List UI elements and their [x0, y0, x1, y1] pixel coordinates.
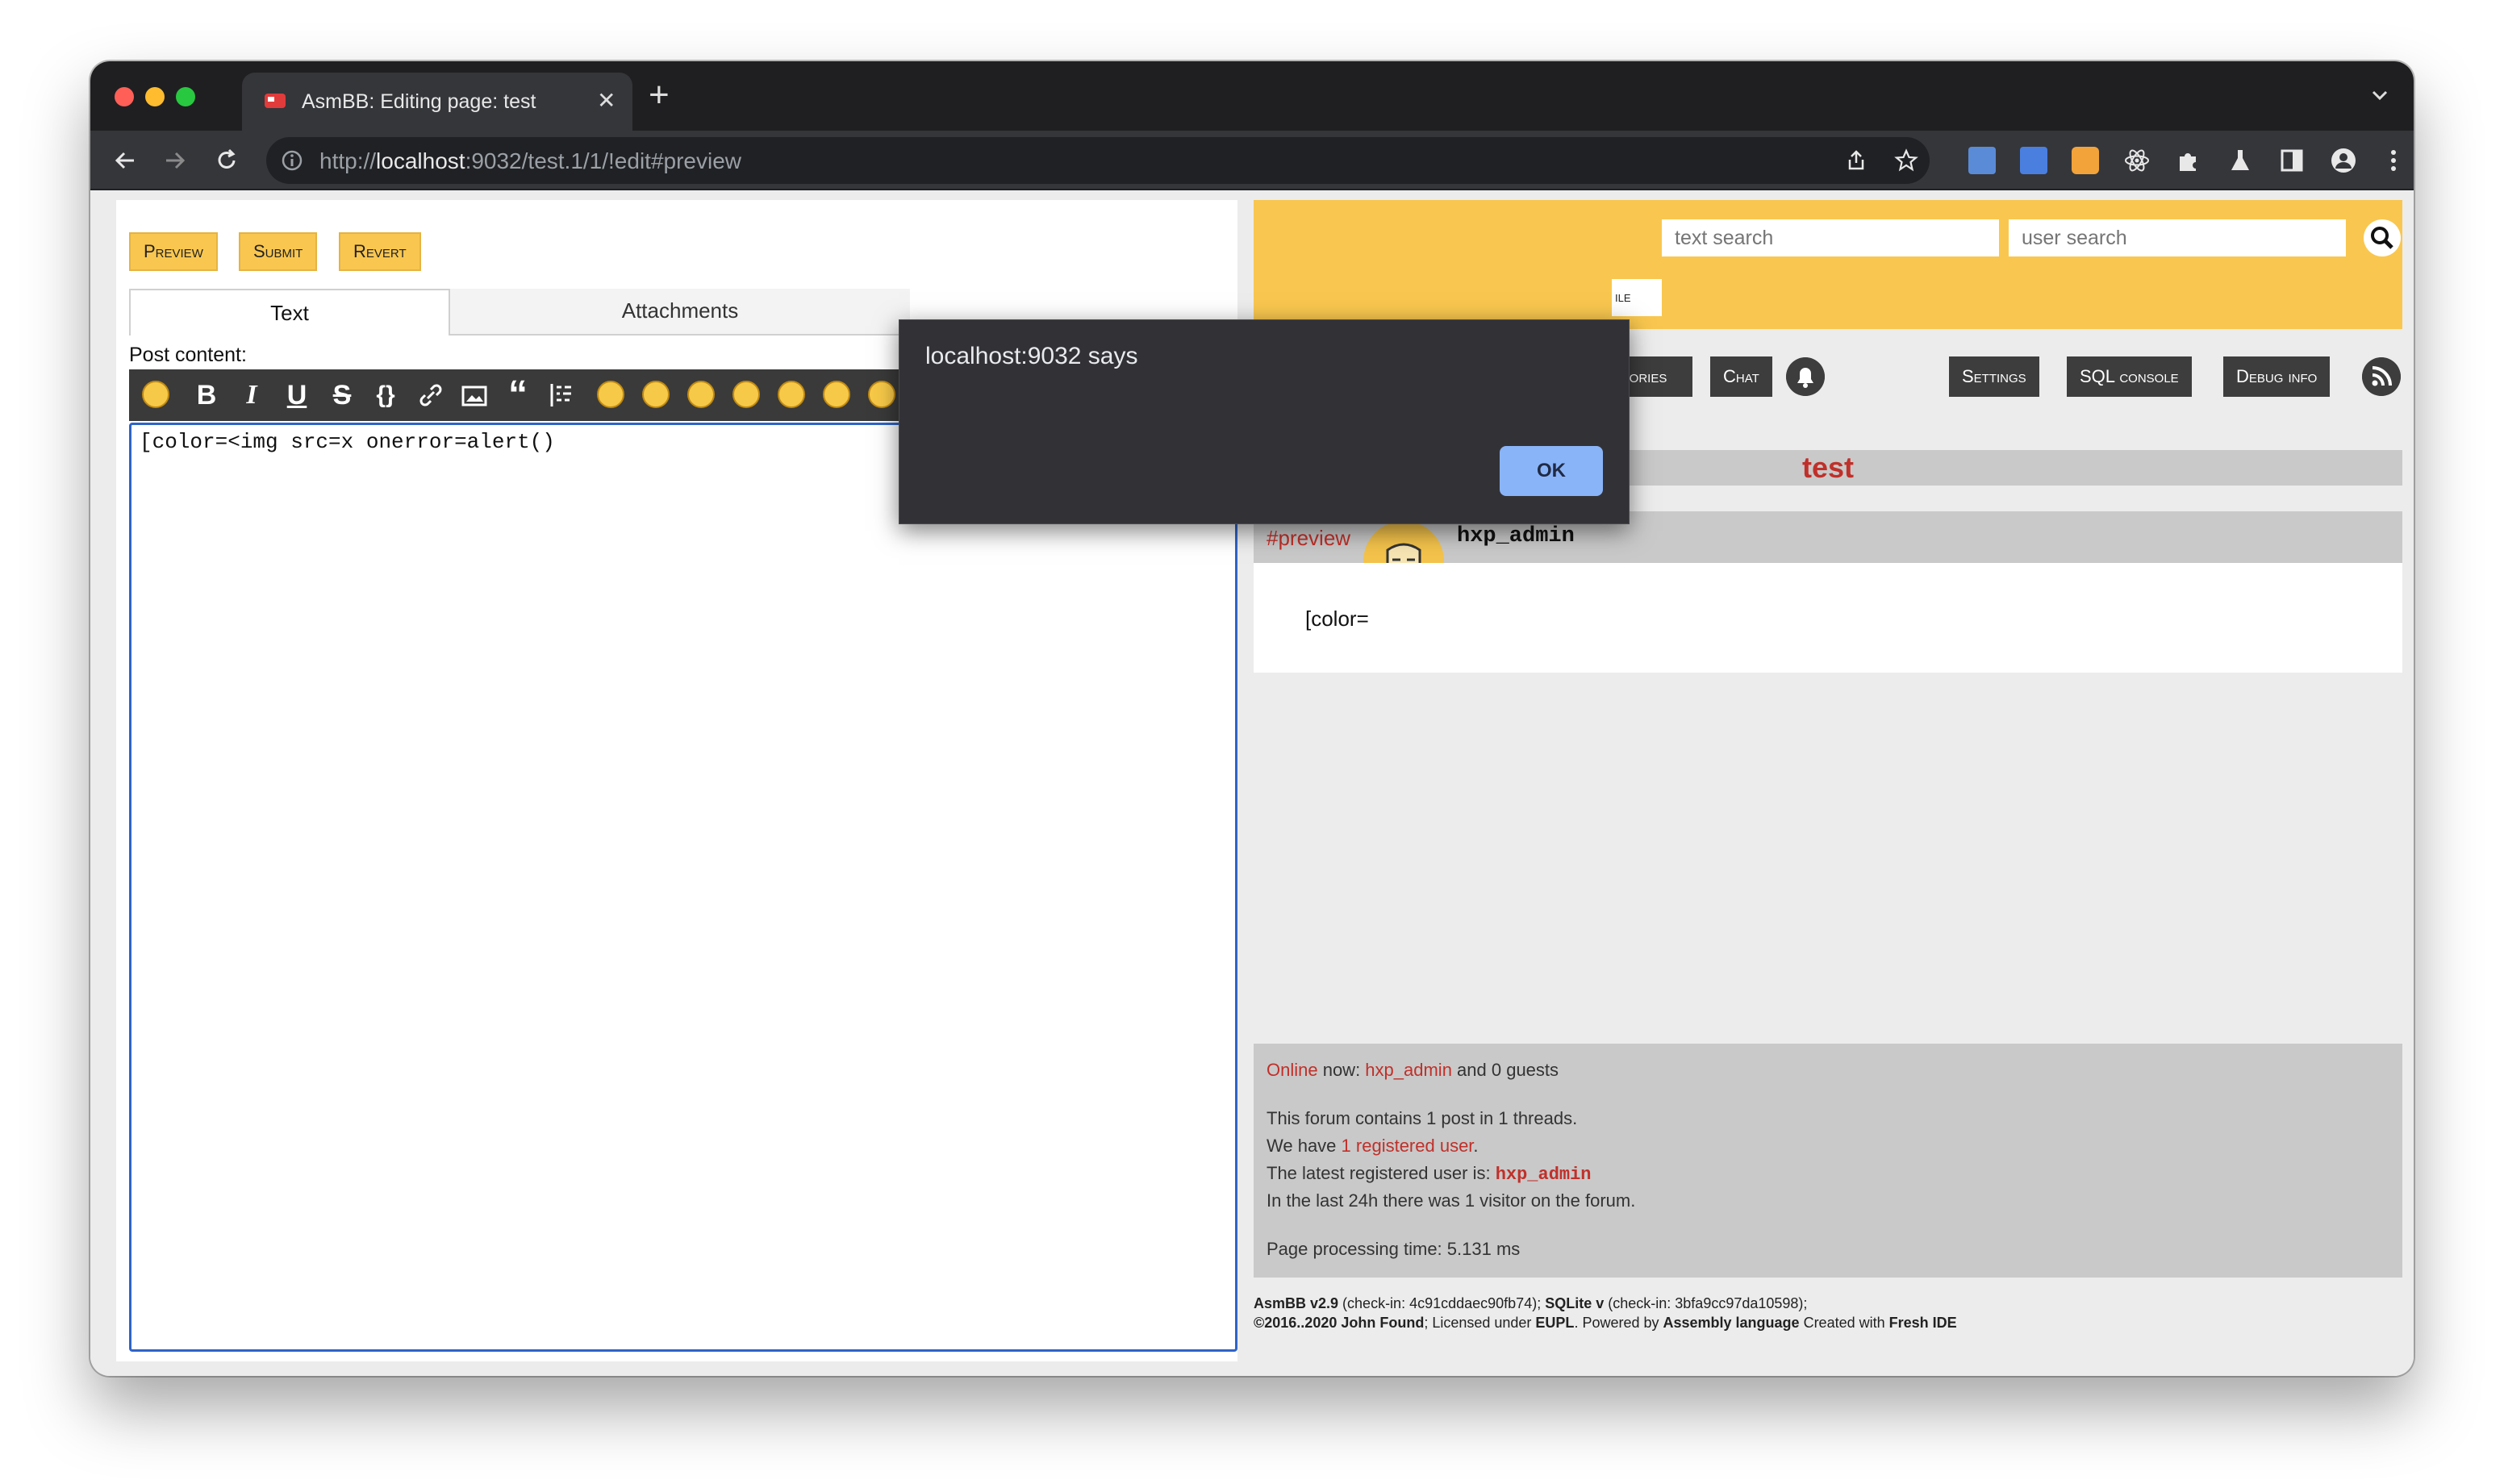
sql-console-button[interactable]: SQL console: [2067, 356, 2192, 397]
eupl-link[interactable]: EUPL: [1535, 1315, 1574, 1331]
preview-button[interactable]: Preview: [129, 232, 218, 271]
tongue-emoji-icon[interactable]: [778, 381, 805, 408]
labs-flask-icon[interactable]: [2226, 147, 2254, 174]
list-icon[interactable]: [547, 381, 576, 410]
notifications-bell-icon[interactable]: [1786, 357, 1825, 396]
user-search-input[interactable]: [2009, 219, 2346, 256]
fresh-ide-link[interactable]: Fresh IDE: [1889, 1315, 1957, 1331]
post-author[interactable]: hxp_admin: [1457, 524, 1575, 548]
minimize-window-button[interactable]: [145, 87, 165, 106]
extensions-puzzle-icon[interactable]: [2175, 147, 2202, 174]
assembly-link[interactable]: Assembly language: [1663, 1315, 1800, 1331]
search-icon[interactable]: [2364, 219, 2401, 256]
extension-translate-icon[interactable]: [1968, 147, 1996, 174]
browser-toolbar: http://localhost:9032/test.1/1/!edit#pre…: [90, 131, 2414, 190]
processing-time-text: Page processing time: 5.131 ms: [1267, 1239, 1521, 1259]
laugh-emoji-icon[interactable]: [687, 381, 715, 408]
dialog-title: localhost:9032 says: [925, 343, 1138, 369]
site-info-icon[interactable]: [281, 149, 303, 172]
image-icon[interactable]: [460, 381, 489, 410]
post-content-textarea[interactable]: [color=<img src=x onerror=alert(): [129, 423, 1237, 1352]
tab-strip: AsmBB: Editing page: test ✕ +: [90, 61, 2414, 131]
forum-contains-text: This forum contains 1 post in 1 threads.: [1267, 1108, 1578, 1128]
visitors-text: In the last 24h there was 1 visitor on t…: [1267, 1190, 1636, 1211]
bold-icon[interactable]: B: [192, 380, 221, 411]
new-tab-icon[interactable]: +: [649, 77, 670, 113]
post-content-label: Post content:: [129, 344, 247, 366]
smile-emoji-icon[interactable]: [597, 381, 624, 408]
post-permalink[interactable]: #preview: [1267, 526, 1350, 551]
reload-icon[interactable]: [213, 147, 240, 174]
squint-emoji-icon[interactable]: [868, 381, 895, 408]
online-line: Online now: hxp_admin and 0 guests: [1267, 1060, 1559, 1080]
rss-feed-icon[interactable]: [2362, 357, 2401, 396]
asmbb-favicon-icon: [265, 94, 286, 108]
tab-close-icon[interactable]: ✕: [597, 87, 616, 114]
wink-emoji-icon[interactable]: [732, 381, 760, 408]
post-body: [color=: [1254, 563, 2402, 673]
forum-stats: Online now: hxp_admin and 0 guests This …: [1254, 1044, 2402, 1278]
page-footer: AsmBB v2.9 (check-in: 4c91cddaec90fb74);…: [1254, 1295, 1957, 1331]
copyright-text: ©2016..2020 John Found: [1254, 1315, 1425, 1331]
link-icon[interactable]: [416, 381, 445, 410]
text-search-input[interactable]: [1662, 219, 1999, 256]
online-user-link[interactable]: hxp_admin: [1365, 1060, 1452, 1080]
browser-menu-icon[interactable]: [2380, 147, 2407, 174]
tab-title: AsmBB: Editing page: test: [302, 90, 536, 113]
online-link[interactable]: Online: [1267, 1060, 1318, 1080]
underline-icon[interactable]: U: [282, 380, 311, 411]
chat-button[interactable]: Chat: [1710, 356, 1772, 397]
profile-avatar-icon[interactable]: [2330, 147, 2357, 174]
share-icon[interactable]: [1844, 148, 1868, 173]
page-viewport: Preview Submit Revert Text Attachments P…: [90, 190, 2414, 1376]
tab-text[interactable]: Text: [129, 289, 450, 336]
zoom-window-button[interactable]: [176, 87, 195, 106]
quote-icon[interactable]: “: [503, 376, 532, 415]
bookmark-star-icon[interactable]: [1894, 148, 1918, 173]
browser-tab[interactable]: AsmBB: Editing page: test ✕: [242, 73, 632, 131]
url-text: http://localhost:9032/test.1/1/!edit#pre…: [319, 148, 742, 173]
browser-window: AsmBB: Editing page: test ✕ + http://loc…: [90, 61, 2414, 1376]
debug-info-button[interactable]: Debug info: [2223, 356, 2331, 397]
forward-arrow-icon[interactable]: [161, 147, 189, 174]
shocked-emoji-icon[interactable]: [823, 381, 850, 408]
alert-dialog: localhost:9032 says OK: [899, 319, 1630, 524]
close-window-button[interactable]: [115, 87, 134, 106]
tab-search-chevron-icon[interactable]: [2370, 85, 2389, 105]
react-devtools-icon[interactable]: [2123, 147, 2151, 174]
address-bar[interactable]: http://localhost:9032/test.1/1/!edit#pre…: [266, 137, 1930, 184]
search-header: ile: [1254, 200, 2402, 329]
settings-button[interactable]: Settings: [1949, 356, 2039, 397]
sqlite-version[interactable]: SQLite v: [1545, 1295, 1604, 1311]
post-body-text: [color=: [1305, 607, 1369, 631]
latest-user-link[interactable]: hxp_admin: [1496, 1165, 1592, 1185]
dialog-ok-button[interactable]: OK: [1500, 446, 1603, 496]
emoji-picker-icon[interactable]: [142, 381, 169, 408]
revert-button[interactable]: Revert: [339, 232, 421, 271]
extension-orange-icon[interactable]: [2072, 147, 2099, 174]
side-panel-icon[interactable]: [2278, 147, 2306, 174]
latest-user-line: The latest registered user is: hxp_admin: [1267, 1163, 1592, 1185]
submit-button[interactable]: Submit: [239, 232, 318, 271]
asmbb-checkin[interactable]: 4c91cddaec90fb74: [1409, 1295, 1532, 1311]
asmbb-version[interactable]: AsmBB v2.9: [1254, 1295, 1338, 1311]
tab-attachments[interactable]: Attachments: [450, 289, 910, 336]
sqlite-checkin[interactable]: 3bfa9cc97da10598: [1675, 1295, 1798, 1311]
profile-tab[interactable]: ile: [1612, 279, 1662, 316]
registered-users-link[interactable]: 1 registered user: [1342, 1136, 1474, 1156]
code-braces-icon[interactable]: {}: [371, 381, 400, 410]
italic-icon[interactable]: I: [237, 380, 266, 410]
back-arrow-icon[interactable]: [111, 147, 139, 174]
registered-line: We have 1 registered user.: [1267, 1136, 1479, 1156]
grin-emoji-icon[interactable]: [642, 381, 670, 408]
strikethrough-icon[interactable]: S: [328, 380, 357, 411]
google-translate-icon[interactable]: [2020, 147, 2047, 174]
